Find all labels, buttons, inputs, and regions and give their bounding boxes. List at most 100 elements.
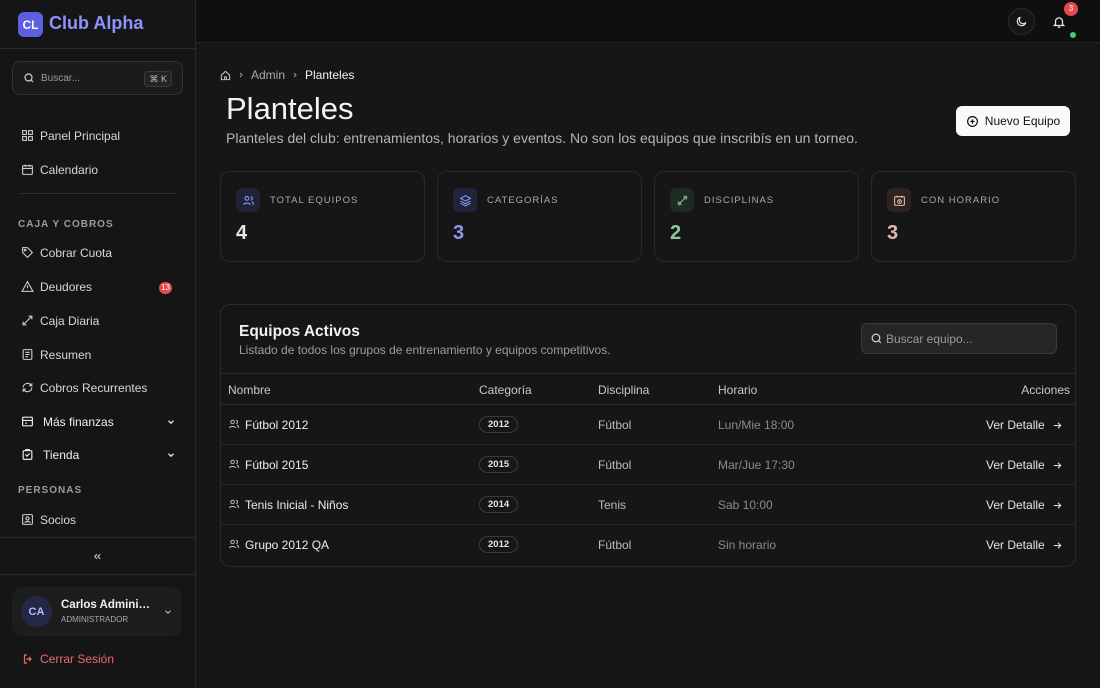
tag-icon <box>21 246 34 259</box>
team-search[interactable] <box>861 323 1057 354</box>
column-categoria[interactable]: Categoría <box>479 383 532 397</box>
team-discipline: Fútbol <box>598 538 632 552</box>
arrow-right-icon <box>1052 420 1063 431</box>
dumbbell-icon <box>670 188 694 212</box>
view-detail-label: Ver Detalle <box>986 418 1045 432</box>
sidebar-item-resumen[interactable]: Resumen <box>12 340 184 370</box>
sidebar-group-mas-finanzas[interactable]: Más finanzas <box>12 407 184 437</box>
sidebar-item-label: Deudores <box>40 280 93 294</box>
stat-value: 2 <box>670 222 682 244</box>
sidebar-item-cobrar-cuota[interactable]: Cobrar Cuota <box>12 238 184 268</box>
club-name[interactable]: Club Alpha <box>49 13 143 34</box>
online-status-dot <box>1070 32 1076 38</box>
club-logo[interactable]: CL <box>18 12 43 37</box>
new-team-button[interactable]: Nuevo Equipo <box>956 106 1070 136</box>
column-horario[interactable]: Horario <box>718 383 757 397</box>
warning-icon <box>21 280 34 293</box>
sidebar-item-label: Caja Diaria <box>40 314 100 328</box>
table-row[interactable]: Tenis Inicial - Niños 2014 Tenis Sab 10:… <box>221 485 1075 525</box>
user-menu[interactable]: CA Carlos Administrador ADMINISTRADOR <box>12 587 182 636</box>
sidebar-collapse-button[interactable] <box>0 537 195 575</box>
stat-label: TOTAL EQUIPOS <box>270 195 359 206</box>
view-detail-label: Ver Detalle <box>986 498 1045 512</box>
sidebar-divider <box>20 193 176 194</box>
table-row[interactable]: Fútbol 2012 2012 Fútbol Lun/Mie 18:00 Ve… <box>221 405 1075 445</box>
stat-label: CATEGORÍAS <box>487 195 559 206</box>
stat-label: CON HORARIO <box>921 195 1001 206</box>
sidebar-item-label: Socios <box>40 513 77 527</box>
user-role: ADMINISTRADOR <box>61 615 129 624</box>
table-row[interactable]: Fútbol 2015 2015 Fútbol Mar/Jue 17:30 Ve… <box>221 445 1075 485</box>
section-caja-cobros: CAJA Y COBROS <box>18 219 114 230</box>
sidebar-item-label: Resumen <box>40 348 92 362</box>
stat-value: 4 <box>236 222 248 244</box>
team-schedule: Sin horario <box>718 538 777 552</box>
page-subtitle: Planteles del club: entrenamientos, hora… <box>226 130 858 146</box>
dashboard-icon <box>21 129 34 142</box>
team-discipline: Fútbol <box>598 418 632 432</box>
team-schedule: Lun/Mie 18:00 <box>718 418 795 432</box>
stat-card-total-equipos: TOTAL EQUIPOS 4 <box>220 171 425 262</box>
column-disciplina[interactable]: Disciplina <box>598 383 649 397</box>
table-row[interactable]: Grupo 2012 QA 2012 Fútbol Sin horario Ve… <box>221 525 1075 565</box>
sidebar-item-label: Cobrar Cuota <box>40 246 113 260</box>
page-title: Planteles <box>226 91 354 126</box>
view-detail-button[interactable]: Ver Detalle <box>986 418 1063 432</box>
plus-circle-icon <box>966 115 979 128</box>
sidebar-item-label: Panel Principal <box>40 129 121 143</box>
view-detail-button[interactable]: Ver Detalle <box>986 538 1063 552</box>
sidebar-group-tienda[interactable]: Tienda <box>12 440 184 470</box>
sidebar-item-label: Cobros Recurrentes <box>40 381 148 395</box>
sidebar-item-deudores[interactable]: Deudores 13 <box>12 272 184 302</box>
theme-toggle-button[interactable] <box>1008 8 1035 35</box>
view-detail-button[interactable]: Ver Detalle <box>986 458 1063 472</box>
view-detail-button[interactable]: Ver Detalle <box>986 498 1063 512</box>
logout-button[interactable]: Cerrar Sesión <box>22 652 114 666</box>
sidebar-search-placeholder: Buscar... <box>41 73 80 84</box>
sidebar-item-label: Calendario <box>40 163 99 177</box>
sidebar-item-calendario[interactable]: Calendario <box>12 155 184 185</box>
sidebar-search[interactable]: Buscar... ⌘ K <box>12 61 183 95</box>
notifications-count-badge: 3 <box>1064 2 1078 16</box>
active-teams-panel: Equipos Activos Listado de todos los gru… <box>220 304 1076 567</box>
finance-icon <box>21 415 34 428</box>
brand-header: CL Club Alpha <box>0 0 195 49</box>
team-name: Tenis Inicial - Niños <box>245 498 349 512</box>
report-icon <box>21 348 34 361</box>
bell-icon <box>1052 15 1066 29</box>
column-nombre[interactable]: Nombre <box>228 383 271 397</box>
arrow-right-icon <box>1052 460 1063 471</box>
new-team-label: Nuevo Equipo <box>984 114 1061 128</box>
sidebar-item-caja-diaria[interactable]: Caja Diaria <box>12 306 184 336</box>
home-icon[interactable] <box>220 70 231 81</box>
category-badge: 2012 <box>479 536 519 553</box>
chevron-down-icon <box>163 607 173 617</box>
moon-icon <box>1015 15 1028 28</box>
sidebar-item-socios[interactable]: Socios <box>12 505 184 535</box>
team-schedule: Mar/Jue 17:30 <box>718 458 795 472</box>
breadcrumb: Admin Planteles <box>220 68 354 82</box>
members-icon <box>21 513 34 526</box>
avatar: CA <box>21 596 52 627</box>
category-badge: 2015 <box>479 456 519 473</box>
user-name: Carlos Administrador <box>61 599 153 611</box>
team-discipline: Fútbol <box>598 458 632 472</box>
repeat-icon <box>21 381 34 394</box>
stat-value: 3 <box>887 222 899 244</box>
chevron-right-icon <box>291 71 299 79</box>
sidebar-item-cobros-recurrentes[interactable]: Cobros Recurrentes <box>12 373 184 403</box>
team-name: Fútbol 2015 <box>245 458 309 472</box>
sidebar: CL Club Alpha Buscar... ⌘ K Panel Princi… <box>0 0 196 688</box>
column-acciones: Acciones <box>1021 383 1070 397</box>
team-discipline: Tenis <box>598 498 627 512</box>
breadcrumb-admin[interactable]: Admin <box>251 68 285 82</box>
users-icon <box>236 188 260 212</box>
users-icon <box>228 458 240 470</box>
stat-card-categorias: CATEGORÍAS 3 <box>437 171 642 262</box>
sidebar-item-panel-principal[interactable]: Panel Principal <box>12 121 184 151</box>
arrow-right-icon <box>1052 540 1063 551</box>
team-search-input[interactable] <box>886 330 1046 348</box>
chevrons-left-icon <box>92 551 103 562</box>
panel-title: Equipos Activos <box>239 323 360 340</box>
topbar <box>196 0 1100 43</box>
